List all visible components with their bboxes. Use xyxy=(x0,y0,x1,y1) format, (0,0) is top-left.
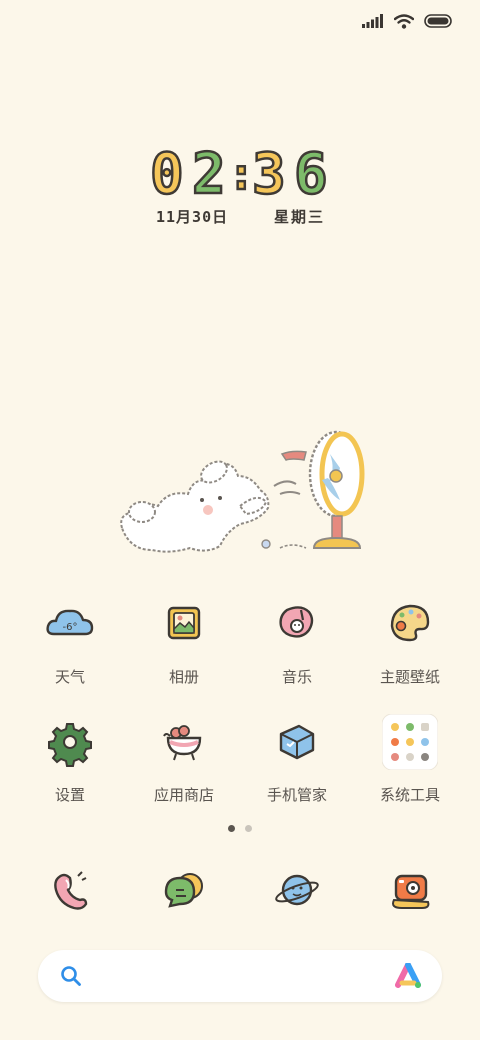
app-label: 主题壁纸 xyxy=(379,668,440,686)
app-label: 相册 xyxy=(168,668,199,686)
clock-hour-ones: 2 xyxy=(191,142,227,207)
wallpaper-illustration xyxy=(120,430,365,553)
security-cube-icon xyxy=(279,724,315,760)
settings-gear-icon xyxy=(48,723,92,767)
page-indicator[interactable] xyxy=(228,825,252,832)
themes-icon xyxy=(390,604,430,642)
app-label: 应用商店 xyxy=(153,786,214,804)
battery-icon xyxy=(424,14,452,28)
app-music[interactable]: 音乐 xyxy=(247,596,347,687)
gallery-icon xyxy=(167,606,201,640)
assistant-logo-icon[interactable] xyxy=(394,963,422,989)
app-label: 设置 xyxy=(54,786,85,804)
page-dot[interactable] xyxy=(245,825,252,832)
phone-icon[interactable] xyxy=(42,862,98,918)
cellular-signal-icon xyxy=(362,14,383,28)
app-gallery[interactable]: 相册 xyxy=(134,596,234,687)
status-bar xyxy=(362,10,452,32)
app-themes[interactable]: 主题壁纸 xyxy=(360,596,460,687)
app-weather[interactable]: -6° 天气 xyxy=(20,596,120,687)
page-dot-active[interactable] xyxy=(228,825,235,832)
clock-weekday: 星期三 xyxy=(274,208,326,226)
app-label: 手机管家 xyxy=(266,786,327,804)
app-label: 音乐 xyxy=(281,668,312,686)
app-system-tools-folder[interactable]: 系统工具 xyxy=(360,714,460,805)
music-icon xyxy=(279,606,314,638)
system-tools-folder-icon xyxy=(382,714,438,770)
clock-date: 11月30日 xyxy=(156,208,229,226)
clock-colon: : xyxy=(227,148,256,202)
app-label: 系统工具 xyxy=(379,786,440,804)
search-bar[interactable] xyxy=(38,950,442,1002)
app-settings[interactable]: 设置 xyxy=(20,714,120,805)
app-store[interactable]: 应用商店 xyxy=(134,714,234,805)
clock-hour-tens: 0 xyxy=(149,142,185,207)
wifi-icon xyxy=(394,13,414,29)
weather-icon: -6° xyxy=(46,609,94,636)
app-security[interactable]: 手机管家 xyxy=(247,714,347,805)
weather-temp: -6° xyxy=(63,622,78,633)
clock-minute-ones: 6 xyxy=(293,142,329,207)
search-icon[interactable] xyxy=(60,965,82,987)
messages-icon[interactable] xyxy=(156,862,212,918)
clock-widget[interactable]: 0 2 : 3 6 xyxy=(149,142,340,208)
camera-icon[interactable] xyxy=(382,862,438,918)
clock-minute-tens: 3 xyxy=(251,142,287,207)
browser-planet-icon[interactable] xyxy=(269,862,325,918)
app-label: 天气 xyxy=(54,668,85,686)
app-store-icon xyxy=(163,725,202,761)
